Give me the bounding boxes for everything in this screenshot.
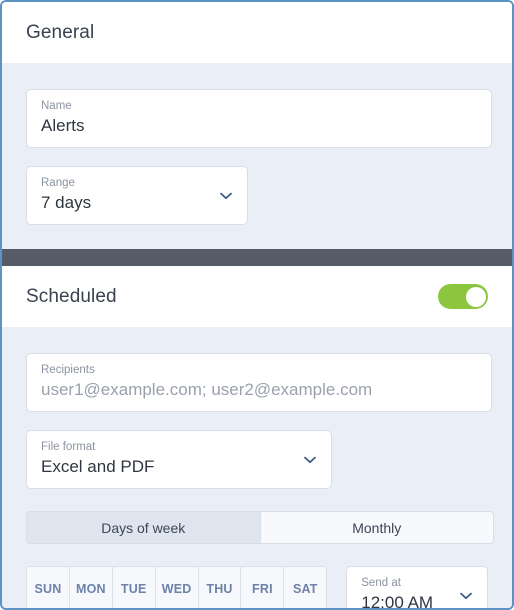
scheduled-section: Scheduled Recipients user1@example.com; … — [2, 266, 512, 610]
scheduled-section-title: Scheduled — [26, 285, 117, 307]
name-field-label: Name — [41, 100, 72, 112]
days-of-week-group: SUN MON TUE WED THU FRI SAT — [26, 566, 328, 608]
day-button-fri[interactable]: FRI — [240, 567, 284, 608]
general-section-header: General — [2, 2, 512, 63]
recipients-field-value: user1@example.com; user2@example.com — [41, 380, 373, 399]
day-button-mon[interactable]: MON — [68, 567, 112, 608]
settings-panel-frame: General Name Alerts Range 7 days Schedul… — [0, 0, 514, 610]
day-button-thu[interactable]: THU — [197, 567, 241, 608]
scheduled-section-header: Scheduled — [2, 266, 512, 327]
file-format-select-label: File format — [41, 441, 96, 453]
scheduled-toggle-knob — [465, 286, 486, 307]
file-format-select-value: Excel and PDF — [41, 457, 155, 476]
scheduled-section-body: Recipients user1@example.com; user2@exam… — [2, 327, 512, 610]
send-at-select-value: 12:00 AM — [361, 593, 434, 610]
file-format-select[interactable]: File format Excel and PDF — [26, 430, 332, 489]
name-field-value: Alerts — [41, 116, 85, 135]
send-at-select[interactable]: Send at 12:00 AM — [346, 566, 488, 610]
range-select-label: Range — [41, 177, 75, 189]
schedule-bottom-row: SUN MON TUE WED THU FRI SAT Send at 12:0… — [26, 566, 488, 610]
recipients-field[interactable]: Recipients user1@example.com; user2@exam… — [26, 353, 492, 412]
day-button-sun[interactable]: SUN — [27, 567, 69, 608]
scheduled-toggle[interactable] — [438, 284, 488, 309]
range-select-value: 7 days — [41, 193, 92, 212]
tab-monthly[interactable]: Monthly — [259, 512, 493, 543]
range-select[interactable]: Range 7 days — [26, 166, 248, 225]
day-button-sat[interactable]: SAT — [283, 567, 327, 608]
send-at-select-label: Send at — [361, 577, 401, 589]
section-divider-band — [2, 249, 512, 266]
day-button-tue[interactable]: TUE — [111, 567, 155, 608]
general-section-title: General — [26, 21, 95, 43]
tab-days-of-week[interactable]: Days of week — [27, 512, 260, 543]
day-button-wed[interactable]: WED — [154, 567, 198, 608]
name-field[interactable]: Name Alerts — [26, 89, 492, 148]
recipients-field-label: Recipients — [41, 364, 95, 376]
frequency-tab-group: Days of week Monthly — [26, 511, 494, 544]
general-section-body: Name Alerts Range 7 days — [2, 63, 512, 249]
general-section: General Name Alerts Range 7 days — [2, 2, 512, 249]
